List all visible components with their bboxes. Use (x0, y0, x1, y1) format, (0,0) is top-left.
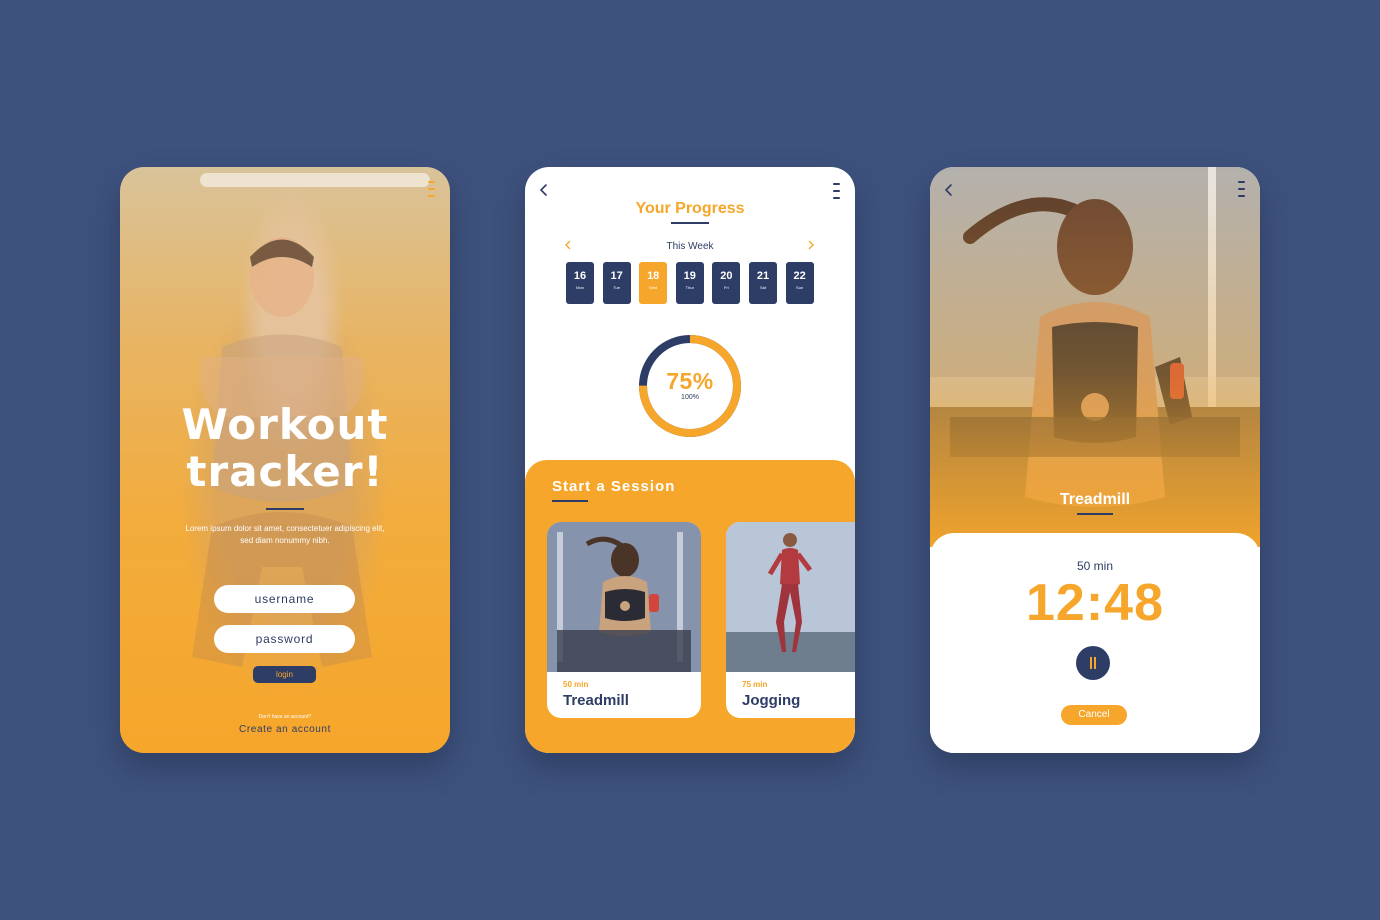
menu-icon[interactable] (428, 181, 436, 197)
day-label: Sat (759, 285, 766, 290)
app-title: Workout tracker! (120, 401, 450, 495)
day-tile[interactable]: 17 Tue (602, 262, 631, 304)
treadmill-runner-photo (930, 167, 1260, 547)
title-divider (671, 222, 709, 224)
timer-screen: Treadmill 50 min 12:48 Cancel (930, 167, 1260, 753)
day-label: Fri (724, 285, 729, 290)
session-heading: Start a Session (552, 478, 676, 495)
day-tile[interactable]: 19 Thur (675, 262, 704, 304)
session-divider (552, 500, 588, 502)
page-title: Your Progress (635, 200, 745, 217)
day-label: Thur (685, 285, 694, 290)
day-tile[interactable]: 21 Sat (749, 262, 777, 304)
menu-icon[interactable] (833, 183, 841, 199)
treadmill-photo (547, 522, 701, 672)
cancel-button[interactable]: Cancel (1061, 705, 1127, 725)
day-tile[interactable]: 18 Wed (639, 262, 668, 304)
username-field[interactable]: username (214, 585, 355, 613)
no-account-text: Don't have an account? (258, 714, 312, 720)
day-number: 17 (610, 270, 623, 282)
day-tile[interactable]: 16 Mon (566, 262, 594, 304)
progress-total: 100% (681, 394, 699, 401)
session-name: Treadmill (563, 692, 629, 709)
progress-screen: Your Progress This Week 16 Mon 17 Tue 18 Wed 1… (525, 167, 855, 753)
jogging-photo (726, 522, 855, 672)
pause-icon[interactable] (1076, 646, 1110, 680)
title-line-1: Workout (181, 400, 389, 449)
week-calendar: 16 Mon 17 Tue 18 Wed 19 Thur 20 Fri 21 Sat 22 Sun (566, 262, 814, 304)
back-arrow-icon[interactable] (942, 183, 956, 197)
timer-readout: 12:48 (1026, 574, 1164, 632)
back-arrow-icon[interactable] (537, 183, 551, 197)
day-label: Tue (613, 285, 620, 290)
activity-divider (1077, 513, 1113, 515)
app-description: Lorem ipsum dolor sit amet, consectetuer… (185, 524, 385, 545)
session-name: Jogging (742, 692, 801, 709)
session-duration: 75 min (742, 680, 768, 689)
day-label: Sun (796, 285, 804, 290)
chevron-right-icon[interactable] (806, 239, 816, 251)
title-line-2: tracker! (186, 447, 384, 496)
day-number: 22 (793, 270, 806, 282)
progress-percent: 75% (666, 368, 714, 394)
day-number: 21 (756, 270, 770, 282)
title-divider (266, 508, 304, 510)
timer-panel: 50 min 12:48 Cancel (930, 533, 1260, 753)
session-card-jogging[interactable]: 75 min Jogging (726, 522, 855, 718)
create-account-link[interactable]: Create an account (120, 724, 450, 735)
activity-title: Treadmill (1059, 491, 1131, 508)
day-number: 20 (720, 270, 733, 282)
session-duration: 50 min (563, 680, 589, 689)
login-button[interactable]: login (253, 666, 316, 683)
progress-readout: 75% 100% (637, 368, 743, 401)
session-duration: 50 min (1076, 559, 1114, 573)
day-number: 18 (647, 270, 660, 282)
day-number: 19 (683, 270, 696, 282)
login-screen: Workout tracker! Lorem ipsum dolor sit a… (120, 167, 450, 753)
day-label: Mon (576, 285, 584, 290)
session-card-treadmill[interactable]: 50 min Treadmill (547, 522, 701, 718)
menu-icon[interactable] (1238, 181, 1246, 197)
day-tile[interactable]: 22 Sun (785, 262, 814, 304)
session-panel: Start a Session 50 min Treadmill 75 min … (525, 460, 855, 753)
password-field[interactable]: password (214, 625, 355, 653)
day-tile[interactable]: 20 Fri (712, 262, 741, 304)
ceiling-light (200, 173, 430, 187)
day-label: Wed (649, 285, 658, 290)
day-number: 16 (573, 270, 587, 282)
